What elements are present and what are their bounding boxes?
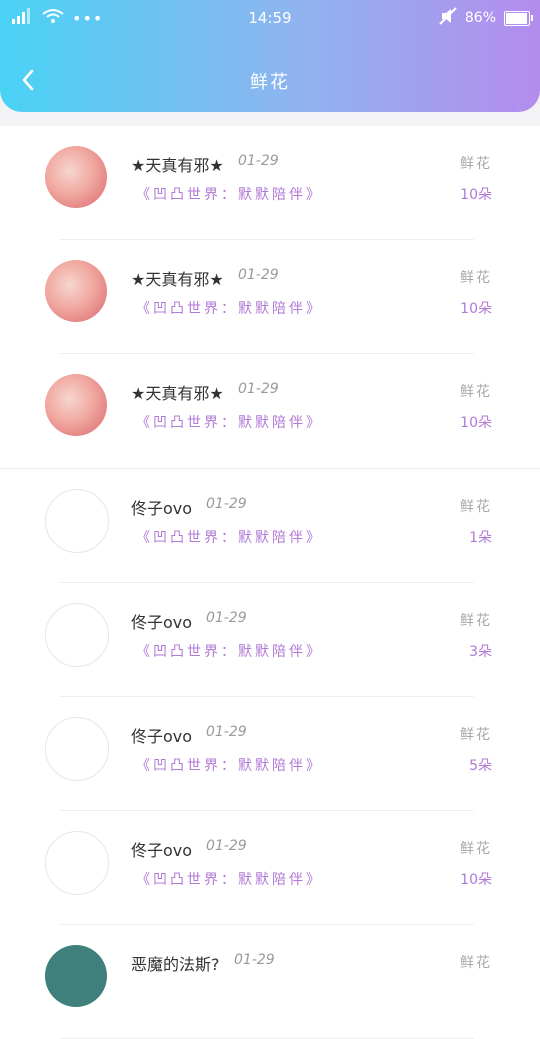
date: 01-29 bbox=[238, 381, 279, 397]
date: 01-29 bbox=[206, 610, 247, 626]
list-item[interactable]: 佟子ovo 01-29 《凹凸世界：默默陪伴》 鲜花 5朵 bbox=[0, 697, 540, 811]
gift-label: 鲜花 bbox=[460, 955, 492, 971]
list-item[interactable]: 佟子ovo 01-29 《凹凸世界：默默陪伴》 鲜花 1朵 bbox=[0, 469, 540, 583]
work-title: 《凹凸世界：默默陪伴》 bbox=[136, 758, 323, 774]
user-name: 恶魔的法斯? bbox=[131, 955, 220, 974]
user-name: 佟子ovo bbox=[131, 727, 193, 746]
gift-count: 5朵 bbox=[469, 758, 492, 774]
list-item[interactable]: 恶魔的法斯? 01-29 鲜花 bbox=[0, 925, 540, 1039]
gift-count: 10朵 bbox=[460, 301, 492, 317]
date: 01-29 bbox=[238, 267, 279, 283]
avatar[interactable] bbox=[45, 717, 109, 781]
list-item[interactable]: ★天真有邪★ 01-29 《凹凸世界：默默陪伴》 鲜花 10朵 bbox=[0, 240, 540, 354]
page-title: 鲜花 bbox=[250, 72, 290, 93]
battery-percent: 86% bbox=[464, 10, 496, 26]
gift-count: 3朵 bbox=[469, 644, 492, 660]
avatar[interactable] bbox=[45, 374, 107, 436]
avatar[interactable] bbox=[45, 831, 109, 895]
user-name: 佟子ovo bbox=[131, 499, 193, 518]
gift-label: 鲜花 bbox=[460, 613, 492, 629]
date: 01-29 bbox=[206, 496, 247, 512]
gift-label: 鲜花 bbox=[460, 499, 492, 515]
user-name: ★天真有邪★ bbox=[131, 270, 224, 289]
work-title: 《凹凸世界：默默陪伴》 bbox=[136, 415, 323, 431]
gift-count: 1朵 bbox=[469, 530, 492, 546]
avatar[interactable] bbox=[45, 146, 107, 208]
status-bar: ••• 14:59 86% bbox=[0, 0, 540, 36]
app-header: ••• 14:59 86% 鲜花 bbox=[0, 0, 540, 112]
list-item[interactable]: 佟子ovo 01-29 《凹凸世界：默默陪伴》 鲜花 10朵 bbox=[0, 811, 540, 925]
date: 01-29 bbox=[234, 952, 275, 968]
user-name: 佟子ovo bbox=[131, 613, 193, 632]
avatar[interactable] bbox=[45, 489, 109, 553]
work-title: 《凹凸世界：默默陪伴》 bbox=[136, 187, 323, 203]
work-title: 《凹凸世界：默默陪伴》 bbox=[136, 301, 323, 317]
work-title: 《凹凸世界：默默陪伴》 bbox=[136, 530, 323, 546]
list-item[interactable]: 佟子ovo 01-29 《凹凸世界：默默陪伴》 鲜花 3朵 bbox=[0, 583, 540, 697]
avatar[interactable] bbox=[45, 945, 107, 1007]
gift-label: 鲜花 bbox=[460, 727, 492, 743]
date: 01-29 bbox=[238, 153, 279, 169]
gift-count: 10朵 bbox=[460, 872, 492, 888]
gift-label: 鲜花 bbox=[460, 384, 492, 400]
gift-count: 10朵 bbox=[460, 187, 492, 203]
work-title: 《凹凸世界：默默陪伴》 bbox=[136, 872, 323, 888]
user-name: ★天真有邪★ bbox=[131, 156, 224, 175]
gift-count: 10朵 bbox=[460, 415, 492, 431]
avatar[interactable] bbox=[45, 603, 109, 667]
date: 01-29 bbox=[206, 838, 247, 854]
avatar[interactable] bbox=[45, 260, 107, 322]
list-item[interactable]: ★天真有邪★ 01-29 《凹凸世界：默默陪伴》 鲜花 10朵 bbox=[0, 126, 540, 240]
gift-label: 鲜花 bbox=[460, 156, 492, 172]
battery-icon bbox=[504, 10, 533, 26]
mute-icon bbox=[439, 7, 457, 29]
date: 01-29 bbox=[206, 724, 247, 740]
user-name: ★天真有邪★ bbox=[131, 384, 224, 403]
list-item[interactable]: ★天真有邪★ 01-29 《凹凸世界：默默陪伴》 鲜花 10朵 bbox=[0, 354, 540, 469]
gift-label: 鲜花 bbox=[460, 270, 492, 286]
user-name: 佟子ovo bbox=[131, 841, 193, 860]
flower-list: ★天真有邪★ 01-29 《凹凸世界：默默陪伴》 鲜花 10朵 ★天真有邪★ 01-29 《凹… bbox=[0, 126, 540, 1039]
work-title: 《凹凸世界：默默陪伴》 bbox=[136, 644, 323, 660]
gift-label: 鲜花 bbox=[460, 841, 492, 857]
